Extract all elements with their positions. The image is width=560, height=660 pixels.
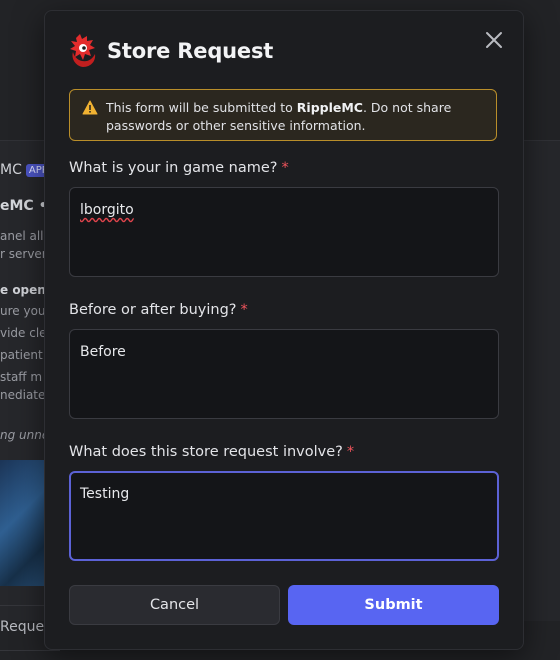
background-fragment: ure you — [0, 304, 46, 318]
background-fragment: eMC • — [0, 198, 48, 214]
store-request-modal: Store Request This form will be submitte… — [44, 10, 524, 650]
field-label-before-after: Before or after buying? * — [69, 302, 248, 318]
request-involve-field[interactable]: Testing — [69, 471, 499, 561]
required-marker: * — [346, 444, 355, 460]
field-value: lborgito — [80, 202, 134, 218]
warning-triangle-icon — [82, 100, 98, 115]
background-fragment: nediatel — [0, 388, 49, 402]
ripplemc-logo-icon — [70, 34, 96, 67]
background-fragment: ng unne — [0, 428, 50, 442]
in-game-name-field[interactable]: lborgito — [69, 187, 499, 277]
background-fragment: MC — [0, 162, 22, 178]
cancel-button[interactable]: Cancel — [69, 585, 280, 625]
field-label-in-game-name: What is your in game name? * — [69, 160, 289, 176]
required-marker: * — [240, 302, 248, 318]
background-fragment: staff m — [0, 370, 43, 384]
field-value: Before — [80, 344, 126, 360]
background-fragment: vide cle — [0, 326, 47, 340]
before-after-buying-field[interactable]: Before — [69, 329, 499, 419]
submit-button[interactable]: Submit — [288, 585, 499, 625]
field-value: Testing — [80, 486, 130, 502]
field-label-text: What is your in game name? — [69, 160, 278, 176]
background-fragment: patient — [0, 348, 43, 362]
warning-banner: This form will be submitted to RippleMC.… — [69, 89, 497, 141]
close-icon[interactable] — [483, 29, 505, 51]
warning-prefix: This form will be submitted to — [106, 100, 297, 115]
modal-title: Store Request — [107, 39, 274, 63]
warning-brand: RippleMC — [296, 100, 363, 115]
required-marker: * — [281, 160, 289, 176]
field-label-text: Before or after buying? — [69, 302, 237, 318]
field-label-text: What does this store request involve? — [69, 444, 343, 460]
background-fragment: r server — [0, 247, 47, 261]
background-fragment: Reque — [0, 619, 45, 635]
modal-header: Store Request — [67, 33, 273, 69]
field-label-request-involve: What does this store request involve? * — [69, 444, 354, 460]
warning-text: This form will be submitted to RippleMC.… — [106, 99, 486, 135]
